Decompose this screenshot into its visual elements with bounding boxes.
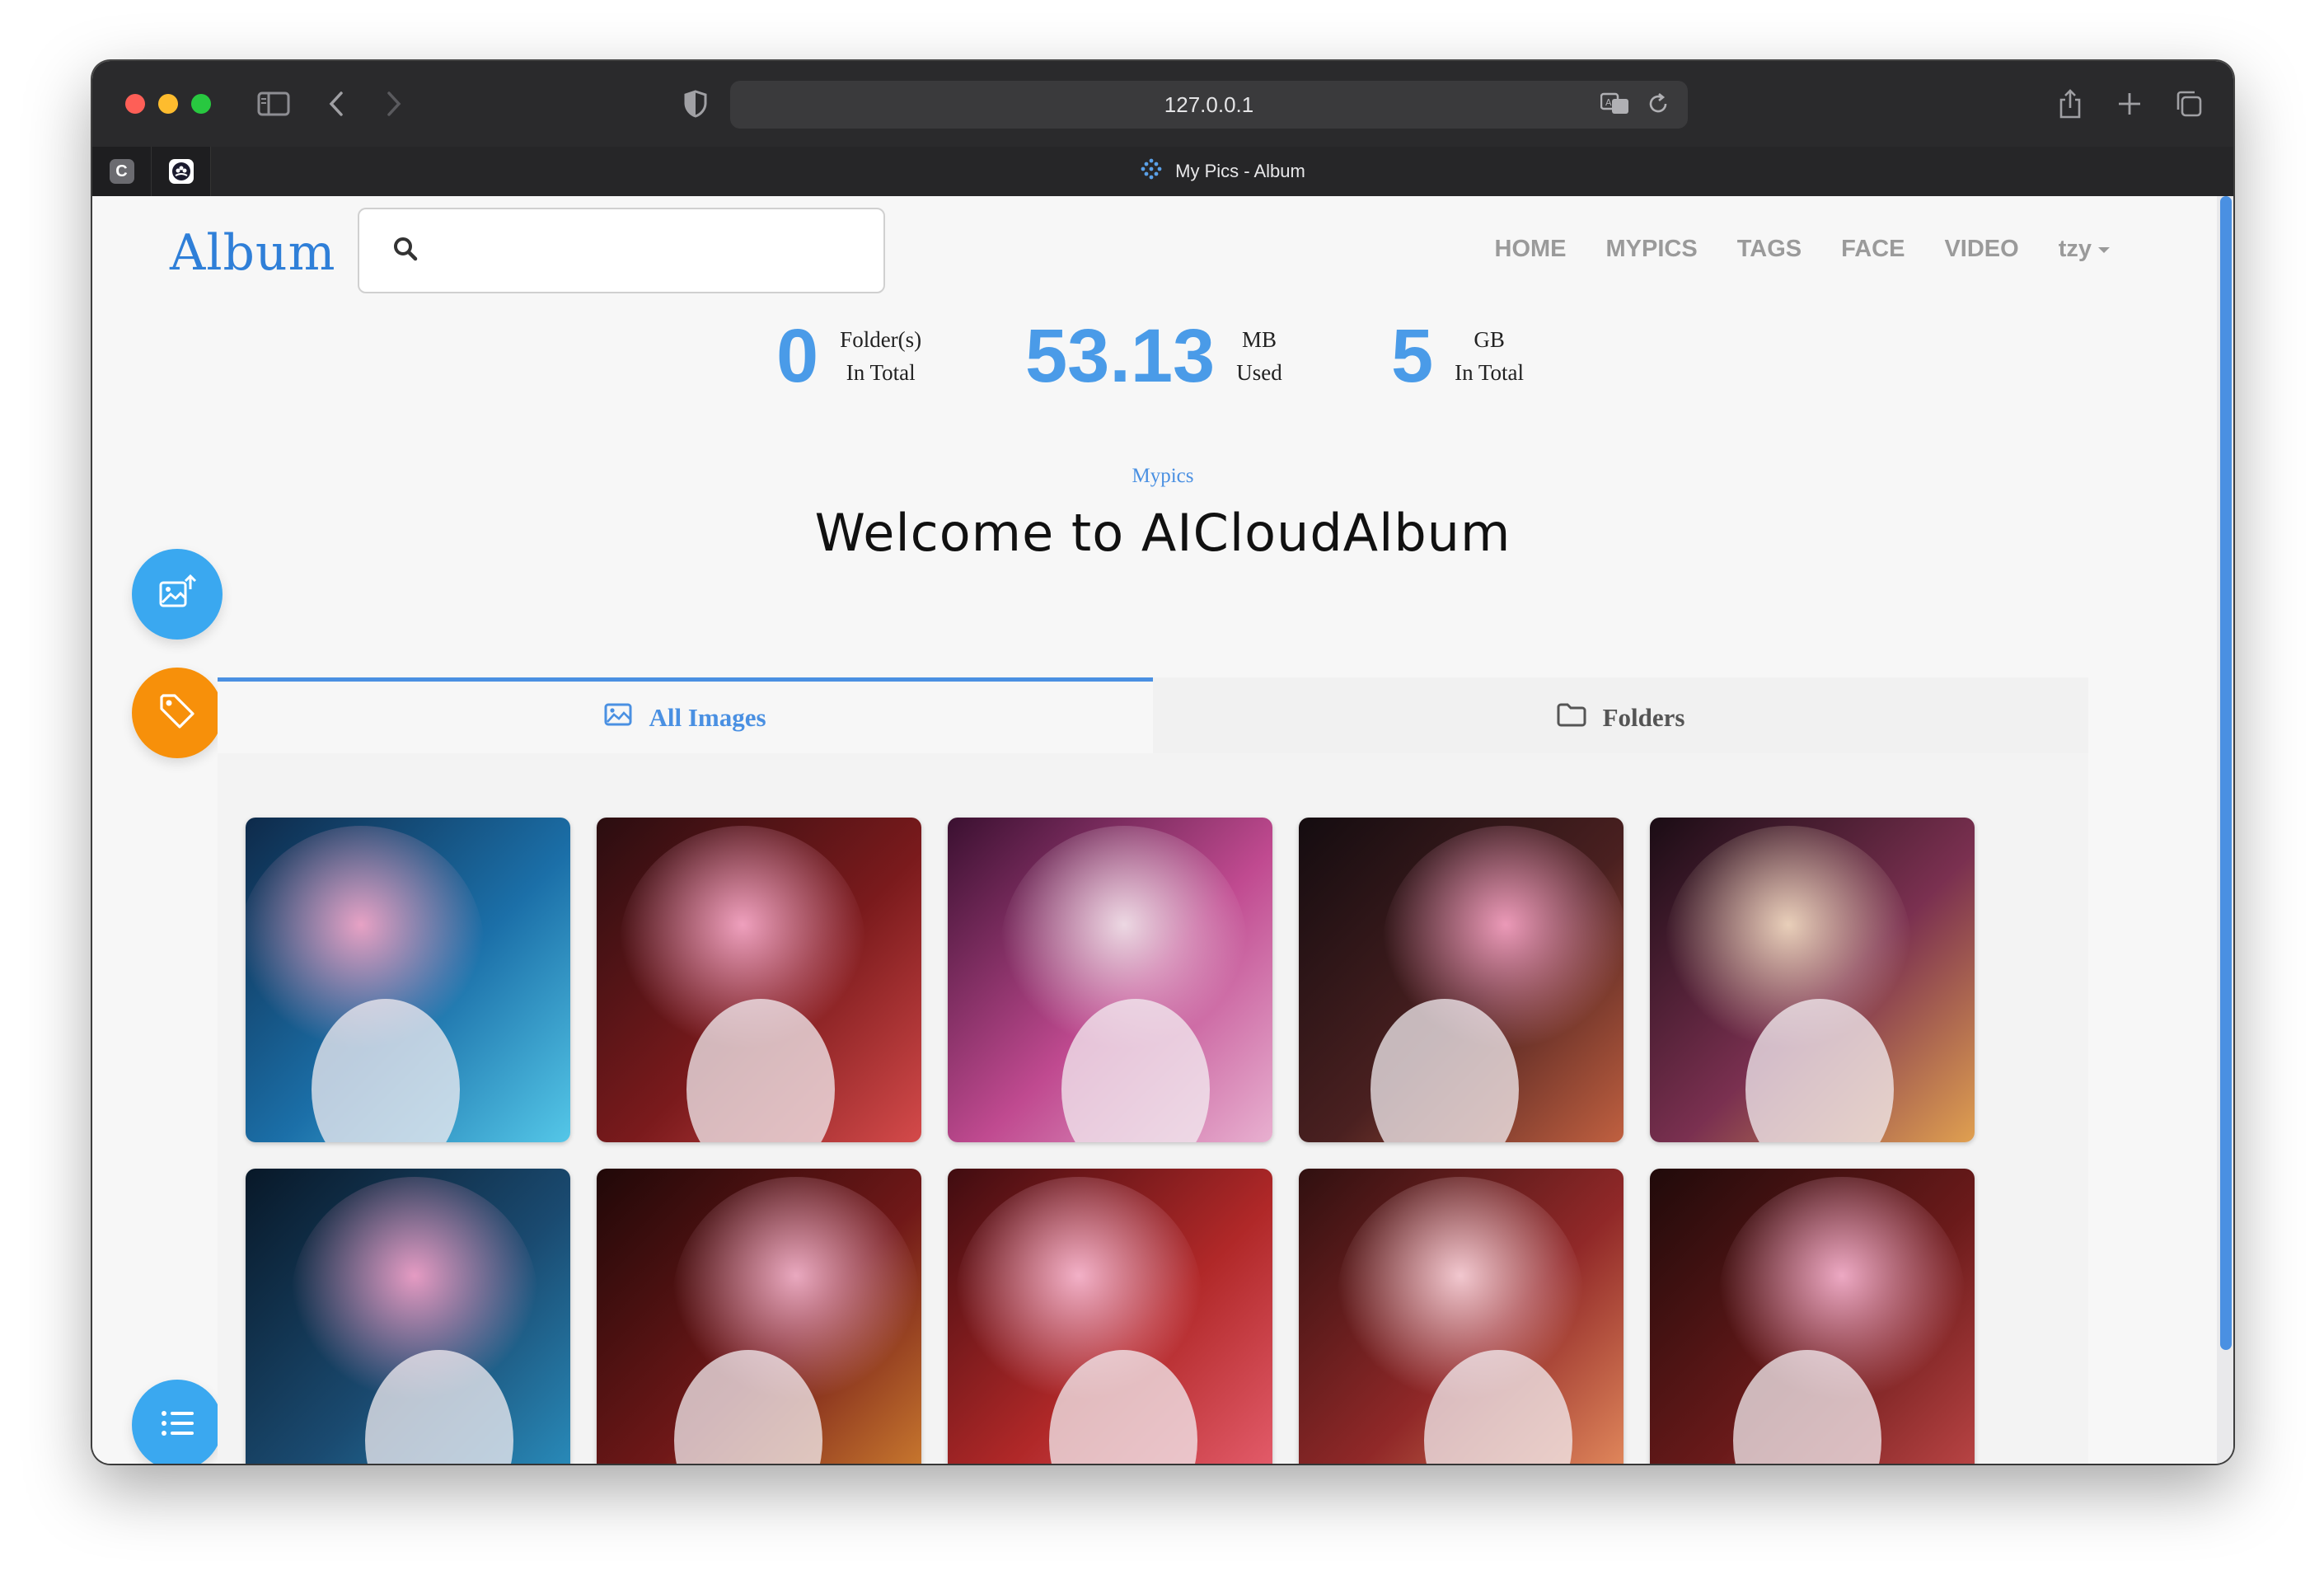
image-thumbnail[interactable]	[1299, 1169, 1624, 1464]
nav-mypics[interactable]: MYPICS	[1606, 236, 1698, 263]
search-box[interactable]	[358, 208, 885, 293]
sidebar-toggle-icon[interactable]	[254, 84, 293, 124]
stat-number: 53.13	[1025, 314, 1216, 398]
image-thumbnail[interactable]	[1650, 818, 1975, 1142]
browser-titlebar: 127.0.0.1 A	[92, 61, 2233, 147]
address-bar[interactable]: 127.0.0.1 A	[730, 81, 1688, 129]
section-subtitle: Mypics	[1132, 465, 1194, 487]
stat-label: Folder(s) In Total	[840, 323, 921, 389]
upload-image-icon	[157, 573, 197, 616]
search-input[interactable]	[433, 226, 883, 275]
browser-window: 127.0.0.1 A C My Pics - Album Album HOME…	[92, 61, 2233, 1464]
share-icon[interactable]	[2054, 84, 2087, 124]
nav-tags[interactable]: TAGS	[1737, 236, 1802, 263]
new-tab-icon[interactable]	[2113, 84, 2146, 124]
main-nav: HOME MYPICS TAGS FACE VIDEO tzy	[1495, 236, 2110, 263]
stat-number: 0	[776, 314, 819, 398]
reload-icon[interactable]	[1647, 92, 1670, 121]
pinned-tab-app[interactable]	[152, 147, 211, 196]
nav-video[interactable]: VIDEO	[1944, 236, 2018, 263]
stat-label: GB In Total	[1455, 323, 1524, 389]
close-window-button[interactable]	[125, 94, 145, 114]
back-icon[interactable]	[320, 84, 353, 124]
tab-title: My Pics - Album	[1175, 161, 1305, 181]
stat-label: MB Used	[1236, 323, 1282, 389]
tab-label: Folders	[1602, 702, 1685, 732]
tag-icon	[158, 692, 196, 733]
tag-button[interactable]	[132, 668, 223, 758]
app-icon	[168, 159, 194, 184]
tab-folders[interactable]: Folders	[1153, 677, 2088, 753]
shield-icon[interactable]	[679, 84, 712, 124]
image-thumbnail[interactable]	[948, 818, 1272, 1142]
stat-total: 5 GB In Total	[1391, 318, 1524, 394]
menu-list-button[interactable]	[132, 1380, 223, 1464]
pinned-tab-c[interactable]: C	[92, 147, 152, 196]
forward-icon[interactable]	[377, 84, 410, 124]
browser-tabbar: C My Pics - Album	[92, 147, 2233, 196]
stat-label-line2: In Total	[1455, 360, 1525, 385]
stat-label-line1: GB	[1474, 327, 1505, 352]
scrollbar-thumb[interactable]	[2220, 196, 2232, 1350]
upload-image-button[interactable]	[132, 549, 223, 640]
gallery-panel: All Images Folders	[218, 677, 2088, 1464]
stat-used: 53.13 MB Used	[1025, 318, 1282, 394]
list-icon	[159, 1408, 195, 1441]
svg-text:A: A	[1605, 97, 1612, 108]
folder-icon	[1557, 702, 1586, 733]
page-content: Album HOME MYPICS TAGS FACE VIDEO tzy 0 …	[92, 196, 2233, 1464]
favicon-icon	[1139, 157, 1164, 186]
stat-label-line2: Used	[1236, 360, 1282, 385]
image-thumbnail[interactable]	[246, 818, 570, 1142]
minimize-window-button[interactable]	[158, 94, 178, 114]
image-thumbnail[interactable]	[1650, 1169, 1975, 1464]
stat-label-line2: In Total	[846, 360, 916, 385]
nav-face[interactable]: FACE	[1841, 236, 1905, 263]
scrollbar[interactable]	[2217, 196, 2233, 1464]
page-title: Welcome to AICloudAlbum	[814, 503, 1511, 563]
pinned-tab-label: C	[109, 159, 134, 184]
url-text: 127.0.0.1	[1164, 91, 1254, 117]
gallery-tabs: All Images Folders	[218, 677, 2088, 753]
tab-all-images[interactable]: All Images	[218, 677, 1153, 753]
translate-icon[interactable]: A	[1600, 92, 1630, 121]
image-grid	[246, 818, 1975, 1464]
stat-label-line1: MB	[1241, 327, 1277, 352]
stat-folders: 0 Folder(s) In Total	[776, 318, 921, 394]
maximize-window-button[interactable]	[191, 94, 211, 114]
stat-number: 5	[1391, 314, 1434, 398]
image-icon	[604, 702, 632, 733]
nav-home[interactable]: HOME	[1495, 236, 1567, 263]
image-thumbnail[interactable]	[1299, 818, 1624, 1142]
user-menu-dropdown[interactable]: tzy	[2059, 236, 2110, 263]
tab-label: All Images	[649, 702, 766, 732]
search-icon	[392, 236, 419, 265]
browser-tab-active[interactable]: My Pics - Album	[211, 147, 2233, 196]
stat-label-line1: Folder(s)	[840, 327, 922, 352]
image-thumbnail[interactable]	[597, 1169, 921, 1464]
image-thumbnail[interactable]	[597, 818, 921, 1142]
image-thumbnail[interactable]	[246, 1169, 570, 1464]
app-logo[interactable]: Album	[170, 224, 335, 282]
image-thumbnail[interactable]	[948, 1169, 1272, 1464]
tab-overview-icon[interactable]	[2172, 84, 2205, 124]
